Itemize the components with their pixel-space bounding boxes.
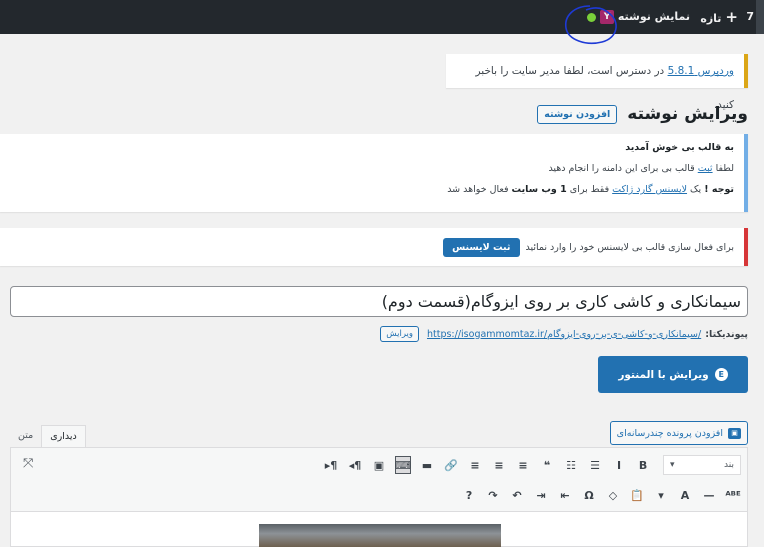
bullet-list-icon[interactable]: ☰ [587,456,603,474]
license-guard-link[interactable]: لایسنس گارد ژاکت [612,184,687,195]
elementor-icon: E [714,368,728,381]
toolbar-row-1: بند ▾ B I ☰ ☷ ❝ ≡ ≡ ≡ 🔗 ▬ ⌨ ▣ ¶◂ ¶▸ [323,452,741,478]
strikethrough-icon[interactable]: ᴬᴮᴱ [725,486,741,504]
view-post-link[interactable]: نمایش نوشته [618,0,690,34]
help-icon[interactable]: ? [461,486,477,504]
numbered-list-icon[interactable]: ☷ [563,456,579,474]
welcome-heading: به قالب بی خوش آمدید [625,142,734,153]
page-heading: ویرایش نوشته افزودن نوشته [537,100,748,128]
add-media-label: افزودن پرونده چندرسانه‌ای [616,427,723,439]
text-color-icon[interactable]: A [677,486,693,504]
update-nag: وردپرس 5.8.1 در دسترس است، لطفا مدیر سای… [446,54,748,111]
post-image [259,524,501,547]
format-select[interactable]: بند ▾ [663,455,741,475]
align-right-icon[interactable]: ≡ [467,456,483,474]
license-notice: برای فعال سازی قالب بی لایسنس خود را وار… [0,228,748,266]
comments-count[interactable]: 7 [746,0,754,34]
page-title: ویرایش نوشته [627,104,748,124]
chevron-down-icon: ▾ [670,460,675,470]
insert-media-icon[interactable]: ▣ [371,456,387,474]
note-text-2: فقط برای [566,184,613,195]
indent-icon[interactable]: ⇥ [533,486,549,504]
edit-with-elementor-button[interactable]: E ویرایش با المنتور [598,356,748,393]
toolbar-row-2: ᴬᴮᴱ — A ▾ 📋 ◇ Ω ⇤ ⇥ ↶ ↷? [461,482,741,508]
register-link[interactable]: ثبت [698,163,713,174]
italic-icon[interactable]: I [611,456,627,474]
welcome-notice: به قالب بی خوش آمدید لطفا ثبت قالب بی بر… [0,134,748,212]
fullscreen-icon[interactable]: ⤧ [23,456,33,471]
new-content-menu[interactable]: +تازه [700,0,738,34]
align-left-icon[interactable]: ≡ [515,456,531,474]
paste-text-icon[interactable]: 📋 [629,486,645,504]
undo-icon[interactable]: ↶ [509,486,525,504]
note-bold: 1 وب سایت [511,184,567,195]
edit-permalink-button[interactable]: ویرایش [380,326,419,342]
align-center-icon[interactable]: ≡ [491,456,507,474]
special-character-icon[interactable]: Ω [581,486,597,504]
permalink-row: پیوندیکتا: https://isogammomtaz.ir/سیمان… [380,323,748,345]
clear-formatting-icon[interactable]: ◇ [605,486,621,504]
media-icon: ▣ [728,427,741,439]
welcome-register-suffix: قالب بی برای این دامنه را انجام دهید [548,163,698,174]
tab-visual[interactable]: دیداری [41,425,86,447]
tab-text[interactable]: متن [10,425,41,447]
editor-tabs: متن دیداری [10,425,86,447]
note-text-1: یک [687,184,705,195]
redo-icon[interactable]: ↷ [485,486,501,504]
editor-toolbar: بند ▾ B I ☰ ☷ ❝ ≡ ≡ ≡ 🔗 ▬ ⌨ ▣ ¶◂ ¶▸ ᴬᴮᴱ — A ▾ 📋 ◇ Ω ⇤ ⇥ ↶ ↷? ⤧ [11,448,747,512]
add-media-button[interactable]: ▣ افزودن پرونده چندرسانه‌ای [609,421,748,445]
add-new-post-button[interactable]: افزودن نوشته [537,104,618,124]
elementor-label: ویرایش با المنتور [618,368,709,381]
permalink-link[interactable]: https://isogammomtaz.ir/سیمانکاری-و-کاشی… [427,329,701,340]
welcome-register-prefix: لطفا [712,163,734,174]
welcome-register-line: لطفا ثبت قالب بی برای این دامنه را انجام… [10,163,734,174]
content-editor: بند ▾ B I ☰ ☷ ❝ ≡ ≡ ≡ 🔗 ▬ ⌨ ▣ ¶◂ ¶▸ ᴬᴮᴱ — A ▾ 📋 ◇ Ω ⇤ ⇥ ↶ ↷? ⤧ [10,447,748,547]
new-content-label: تازه [700,12,722,25]
note-label: توجه ! [704,184,734,195]
wp-menu-edge[interactable] [756,0,764,34]
rtl-icon[interactable]: ¶◂ [347,456,363,474]
post-title-input[interactable] [10,286,748,317]
permalink-label: پیوندیکتا: [705,328,748,340]
note-text-3: فعال خواهد شد [447,184,512,195]
outdent-icon[interactable]: ⇤ [557,486,573,504]
register-license-button[interactable]: ثبت لایسنس [443,237,520,257]
welcome-note-line: توجه ! یک لایسنس گارد ژاکت فقط برای 1 وب… [10,184,734,195]
admin-bar: 7 +تازه نمایش نوشته Y [0,0,764,34]
toolbar-toggle-icon[interactable]: ⌨ [395,456,411,474]
color-dropdown-icon[interactable]: ▾ [653,486,669,504]
horizontal-line-icon[interactable]: — [701,486,717,504]
read-more-icon[interactable]: ▬ [419,456,435,474]
blockquote-icon[interactable]: ❝ [539,456,555,474]
wordpress-version-link[interactable]: وردپرس 5.8.1 [668,65,734,77]
ltr-icon[interactable]: ¶▸ [323,456,339,474]
license-text: برای فعال سازی قالب بی لایسنس خود را وار… [525,241,735,253]
scribble-annotation [565,5,617,44]
format-select-value: بند [724,460,734,470]
bold-icon[interactable]: B [635,456,651,474]
link-icon[interactable]: 🔗 [443,456,459,474]
plus-icon: + [725,8,738,26]
